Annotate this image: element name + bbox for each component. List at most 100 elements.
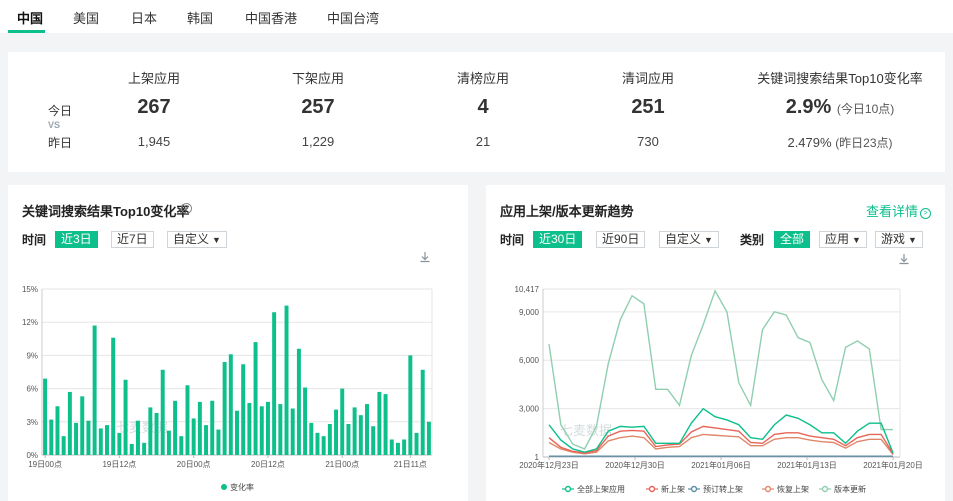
y-tick-label: 6,000 [519, 356, 540, 365]
vs-label: VS [48, 120, 61, 130]
bar [105, 425, 109, 455]
active-tab-indicator [8, 30, 45, 33]
legend-label: 预订转上架 [703, 484, 743, 494]
bar [67, 391, 72, 455]
y-tick-label: 9% [26, 351, 38, 360]
listed-apps-today[interactable]: 267 [137, 96, 170, 119]
bar [414, 432, 419, 455]
delisted-apps-header: 下架应用 [291, 71, 345, 86]
top10-change-today-time: (今日10点) [836, 102, 895, 116]
bar [395, 442, 400, 455]
bar [216, 429, 221, 455]
bar [340, 388, 345, 455]
bar [154, 412, 159, 455]
delisted-apps-today[interactable]: 257 [301, 96, 334, 119]
bar [278, 404, 283, 455]
keyword-cleared-apps-today[interactable]: 251 [631, 96, 664, 119]
bar [173, 400, 178, 455]
bar [259, 406, 264, 455]
bar [321, 436, 326, 455]
bar [241, 364, 246, 455]
legend-label: 版本更新 [834, 484, 866, 494]
legend-marker [690, 485, 698, 493]
bar [235, 410, 239, 455]
app-trend-panel: 应用上架/版本更新趋势 查看详情 > 时间 近30日 近90日 自定义 ▼ 类别 全… [486, 185, 945, 501]
legend-marker [221, 484, 227, 490]
keyword-cleared-apps-yesterday: 730 [637, 134, 659, 149]
today-label: 今日 [48, 104, 73, 118]
y-tick-label: 3,000 [519, 405, 540, 414]
bar [148, 407, 153, 455]
bar [55, 406, 60, 455]
bar [135, 420, 140, 455]
bar [210, 400, 215, 455]
bar [197, 401, 202, 455]
bar [426, 421, 431, 455]
summary-card: 今日 VS 昨日 上架应用 267 1,945 下架应用 257 1,229 清… [8, 52, 945, 172]
bar [123, 379, 128, 455]
bar [74, 422, 79, 455]
top10-change-yesterday-time: (昨日23点) [835, 136, 893, 150]
x-tick-label: 2020年12月30日 [605, 460, 665, 470]
bar [327, 424, 332, 455]
x-tick-label: 20日00点 [177, 460, 211, 469]
top10-change-yesterday: 2.479% (昨日23点) [787, 134, 892, 151]
x-tick-label: 19日00点 [28, 460, 62, 469]
x-tick-label: 21日00点 [325, 460, 359, 469]
tab-usa[interactable]: 美国 [73, 8, 99, 27]
tab-japan[interactable]: 日本 [131, 8, 157, 27]
x-tick-label: 2021年01月13日 [777, 460, 837, 470]
bar [420, 369, 425, 455]
legend-label: 全部上架应用 [577, 484, 625, 494]
top10-change-today: 2.9% (今日10点) [786, 96, 895, 119]
bar [265, 401, 270, 455]
y-tick-label: 15% [22, 285, 38, 294]
chart-cleared-apps-today[interactable]: 4 [477, 96, 488, 119]
yesterday-label: 昨日 [48, 136, 73, 150]
legend-marker [764, 485, 772, 493]
bar [346, 424, 351, 455]
listed-apps-yesterday: 1,945 [137, 134, 171, 149]
bar [228, 354, 233, 455]
bar [402, 439, 407, 455]
legend-marker [564, 485, 572, 493]
tab-korea[interactable]: 韩国 [187, 8, 213, 27]
bar [160, 369, 165, 455]
x-tick-label: 21日11点 [394, 460, 427, 469]
tab-hongkong[interactable]: 中国香港 [245, 8, 297, 27]
app-trend-line-chart: 13,0006,0009,00010,417七麦数据2020年12月23日 202… [515, 285, 923, 494]
bar [222, 362, 227, 455]
top10-change-today-value: 2.9% [785, 96, 832, 118]
bar [303, 387, 308, 455]
bar [49, 419, 54, 455]
y-tick-label: 3% [26, 418, 38, 427]
keyword-cleared-apps-header: 清词应用 [621, 71, 675, 86]
y-tick-label: 9,000 [519, 308, 540, 317]
bar [191, 418, 196, 455]
x-tick-label: 20日12点 [251, 460, 285, 469]
bar [334, 409, 339, 455]
bar [315, 432, 320, 455]
top10-change-bar-chart: 0%3%6%9%12%15%七麦数据19日00点 19日12点 20日00点 20日1… [22, 285, 433, 492]
bar [296, 348, 301, 455]
bar [179, 436, 184, 455]
chart-cleared-apps-header: 清榜应用 [456, 71, 510, 86]
tab-china[interactable]: 中国 [17, 8, 43, 27]
bar [371, 426, 376, 455]
bar [98, 428, 103, 455]
bar [383, 394, 388, 455]
bar [309, 422, 314, 455]
bar [284, 305, 289, 455]
y-tick-label: 6% [26, 385, 38, 394]
bar [117, 432, 122, 455]
tab-taiwan[interactable]: 中国台湾 [327, 8, 379, 27]
x-tick-label: 2021年01月06日 [691, 460, 751, 470]
bar [129, 443, 134, 455]
bar [377, 391, 382, 455]
top10-change-header: 关键词搜索结果Top10变化率 [757, 71, 923, 86]
bar [352, 407, 357, 455]
legend-label: 新上架 [661, 484, 685, 494]
bar [253, 342, 258, 455]
delisted-apps-yesterday: 1,229 [301, 134, 335, 149]
bar [166, 430, 171, 455]
